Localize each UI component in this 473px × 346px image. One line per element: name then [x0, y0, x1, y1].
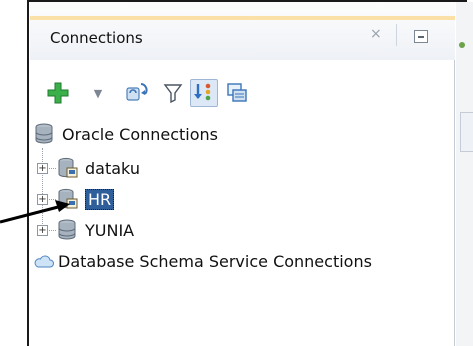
tree-item-label: Database Schema Service Connections	[58, 251, 372, 271]
annotation-arrow	[0, 200, 70, 224]
status-dot-icon	[459, 42, 465, 48]
panel-header: Connections ×	[30, 2, 455, 60]
add-connection-dropdown[interactable]: ▼	[88, 80, 108, 106]
sync-icon	[194, 83, 211, 101]
refresh-icon	[126, 83, 148, 101]
tree-item-label-selected: HR	[85, 188, 115, 210]
connections-panel: Connections × ▼ Oracle Connections + dat…	[30, 2, 455, 346]
adjacent-panel-tab[interactable]	[460, 112, 473, 152]
sort-toggle-button[interactable]	[190, 79, 218, 107]
copy-icon	[227, 83, 247, 102]
toolbar: ▼	[30, 70, 455, 110]
close-icon[interactable]: ×	[370, 26, 382, 42]
adjacent-panel-edge	[456, 2, 473, 346]
tree-item-label: dataku	[85, 158, 140, 178]
tree-item-label: Oracle Connections	[62, 124, 219, 144]
minimize-button[interactable]	[414, 30, 428, 43]
copy-button[interactable]	[224, 80, 250, 106]
refresh-button[interactable]	[122, 80, 150, 106]
filter-icon	[163, 84, 183, 104]
cloud-icon	[34, 255, 54, 268]
tree-guide-line	[47, 230, 56, 231]
tree-item-label: YUNIA	[85, 220, 135, 240]
chevron-down-icon: ▼	[93, 86, 103, 100]
header-divider	[396, 24, 397, 46]
filter-button[interactable]	[162, 80, 184, 106]
tree-item-schema-service-connections[interactable]: Database Schema Service Connections	[34, 249, 372, 273]
active-tab-indicator	[30, 16, 455, 20]
